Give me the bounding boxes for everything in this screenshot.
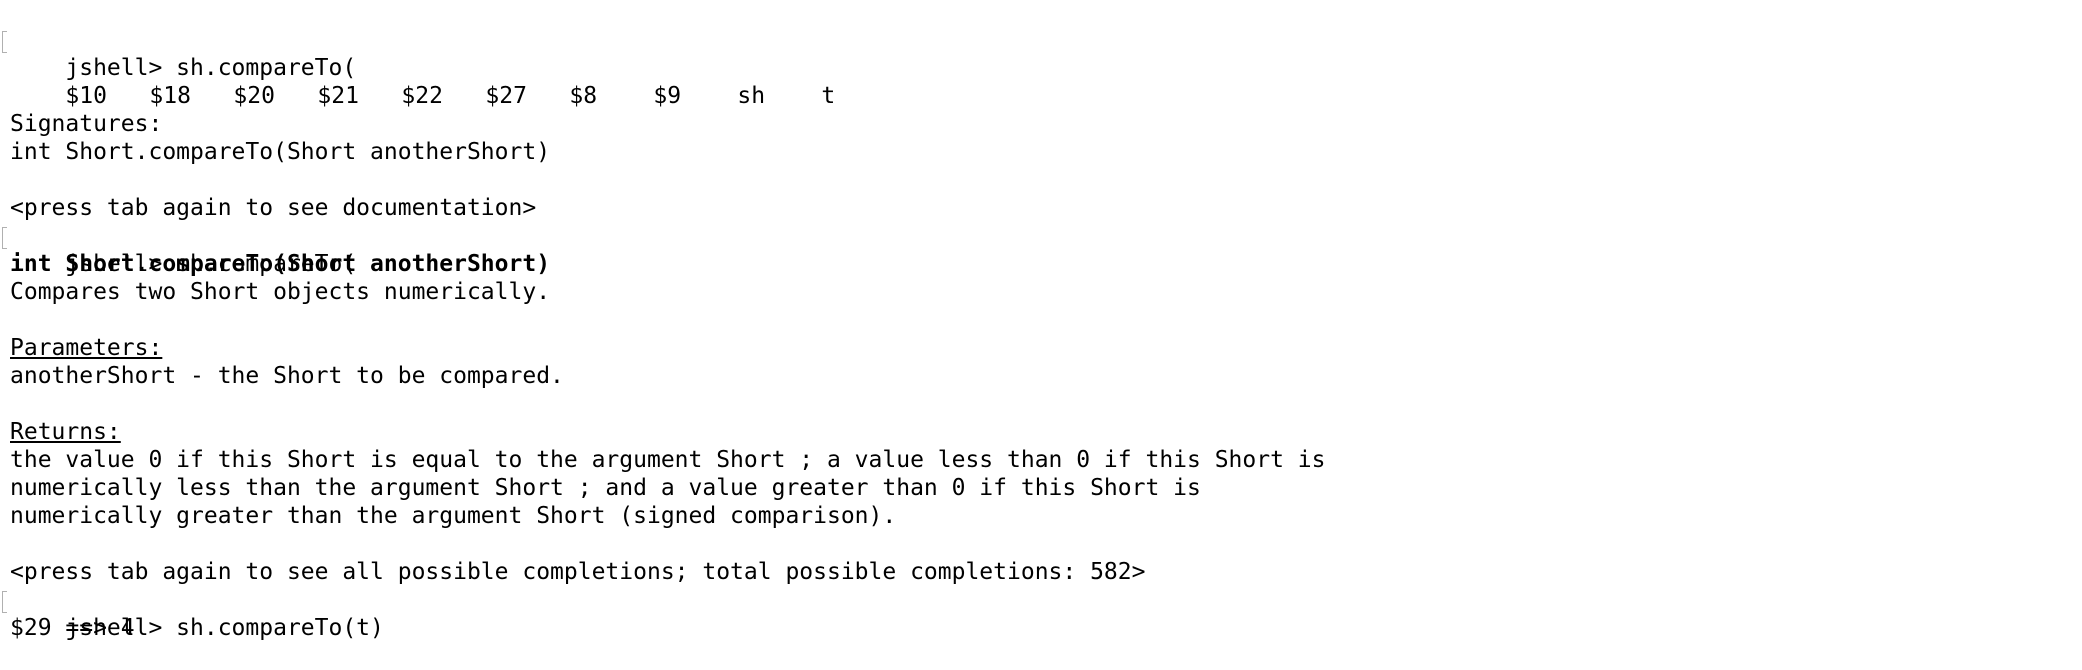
completion-item: $22 <box>401 83 443 109</box>
completion-item: $8 <box>569 83 598 109</box>
completion-item: t <box>821 83 836 109</box>
prompt-marker <box>2 31 7 53</box>
completion-item: $27 <box>485 83 527 109</box>
completion-item: $10 <box>65 83 107 109</box>
completion-item: $9 <box>653 83 682 109</box>
doc-summary: Compares two Short objects numerically. <box>10 279 551 305</box>
prompt-line: jshell> sh.compareTo( <box>2 222 2070 277</box>
prompt-line: jshell> sh.compareTo( <box>2 26 2070 81</box>
parameters-section: Parameters: <box>10 334 2070 362</box>
result-line: $29 ==> 4 <box>10 615 135 641</box>
completion-item: $20 <box>233 83 275 109</box>
returns-line: numerically greater than the argument Sh… <box>10 503 897 529</box>
completion-item: sh <box>737 83 766 109</box>
returns-header: Returns: <box>10 419 121 445</box>
doc-signature: int Short.compareTo(Short anotherShort) <box>10 251 551 277</box>
signature-line: int Short.compareTo(Short anotherShort) <box>10 139 551 165</box>
completion-list: $10 $18 $20 $21 $22 $27 $8 $9 sh t <box>10 54 2070 109</box>
press-tab-completions-hint: <press tab again to see all possible com… <box>10 559 1146 585</box>
returns-line: numerically less than the argument Short… <box>10 475 1201 501</box>
signatures-header: Signatures: <box>10 111 163 137</box>
completion-item: $18 <box>149 83 191 109</box>
returns-line: the value 0 if this Short is equal to th… <box>10 447 1326 473</box>
returns-section: Returns: <box>10 418 2070 446</box>
parameter-description: anotherShort - the Short to be compared. <box>10 363 564 389</box>
prompt-line: jshell> sh.compareTo(t) <box>2 586 2070 641</box>
press-tab-doc-hint: <press tab again to see documentation> <box>10 195 537 221</box>
completion-item: $21 <box>317 83 359 109</box>
prompt-marker <box>2 591 7 613</box>
terminal-output[interactable]: jshell> sh.compareTo( $10 $18 $20 $21 $22 $27… <box>2 26 2070 642</box>
parameters-header: Parameters: <box>10 335 163 361</box>
prompt-marker <box>2 227 7 249</box>
